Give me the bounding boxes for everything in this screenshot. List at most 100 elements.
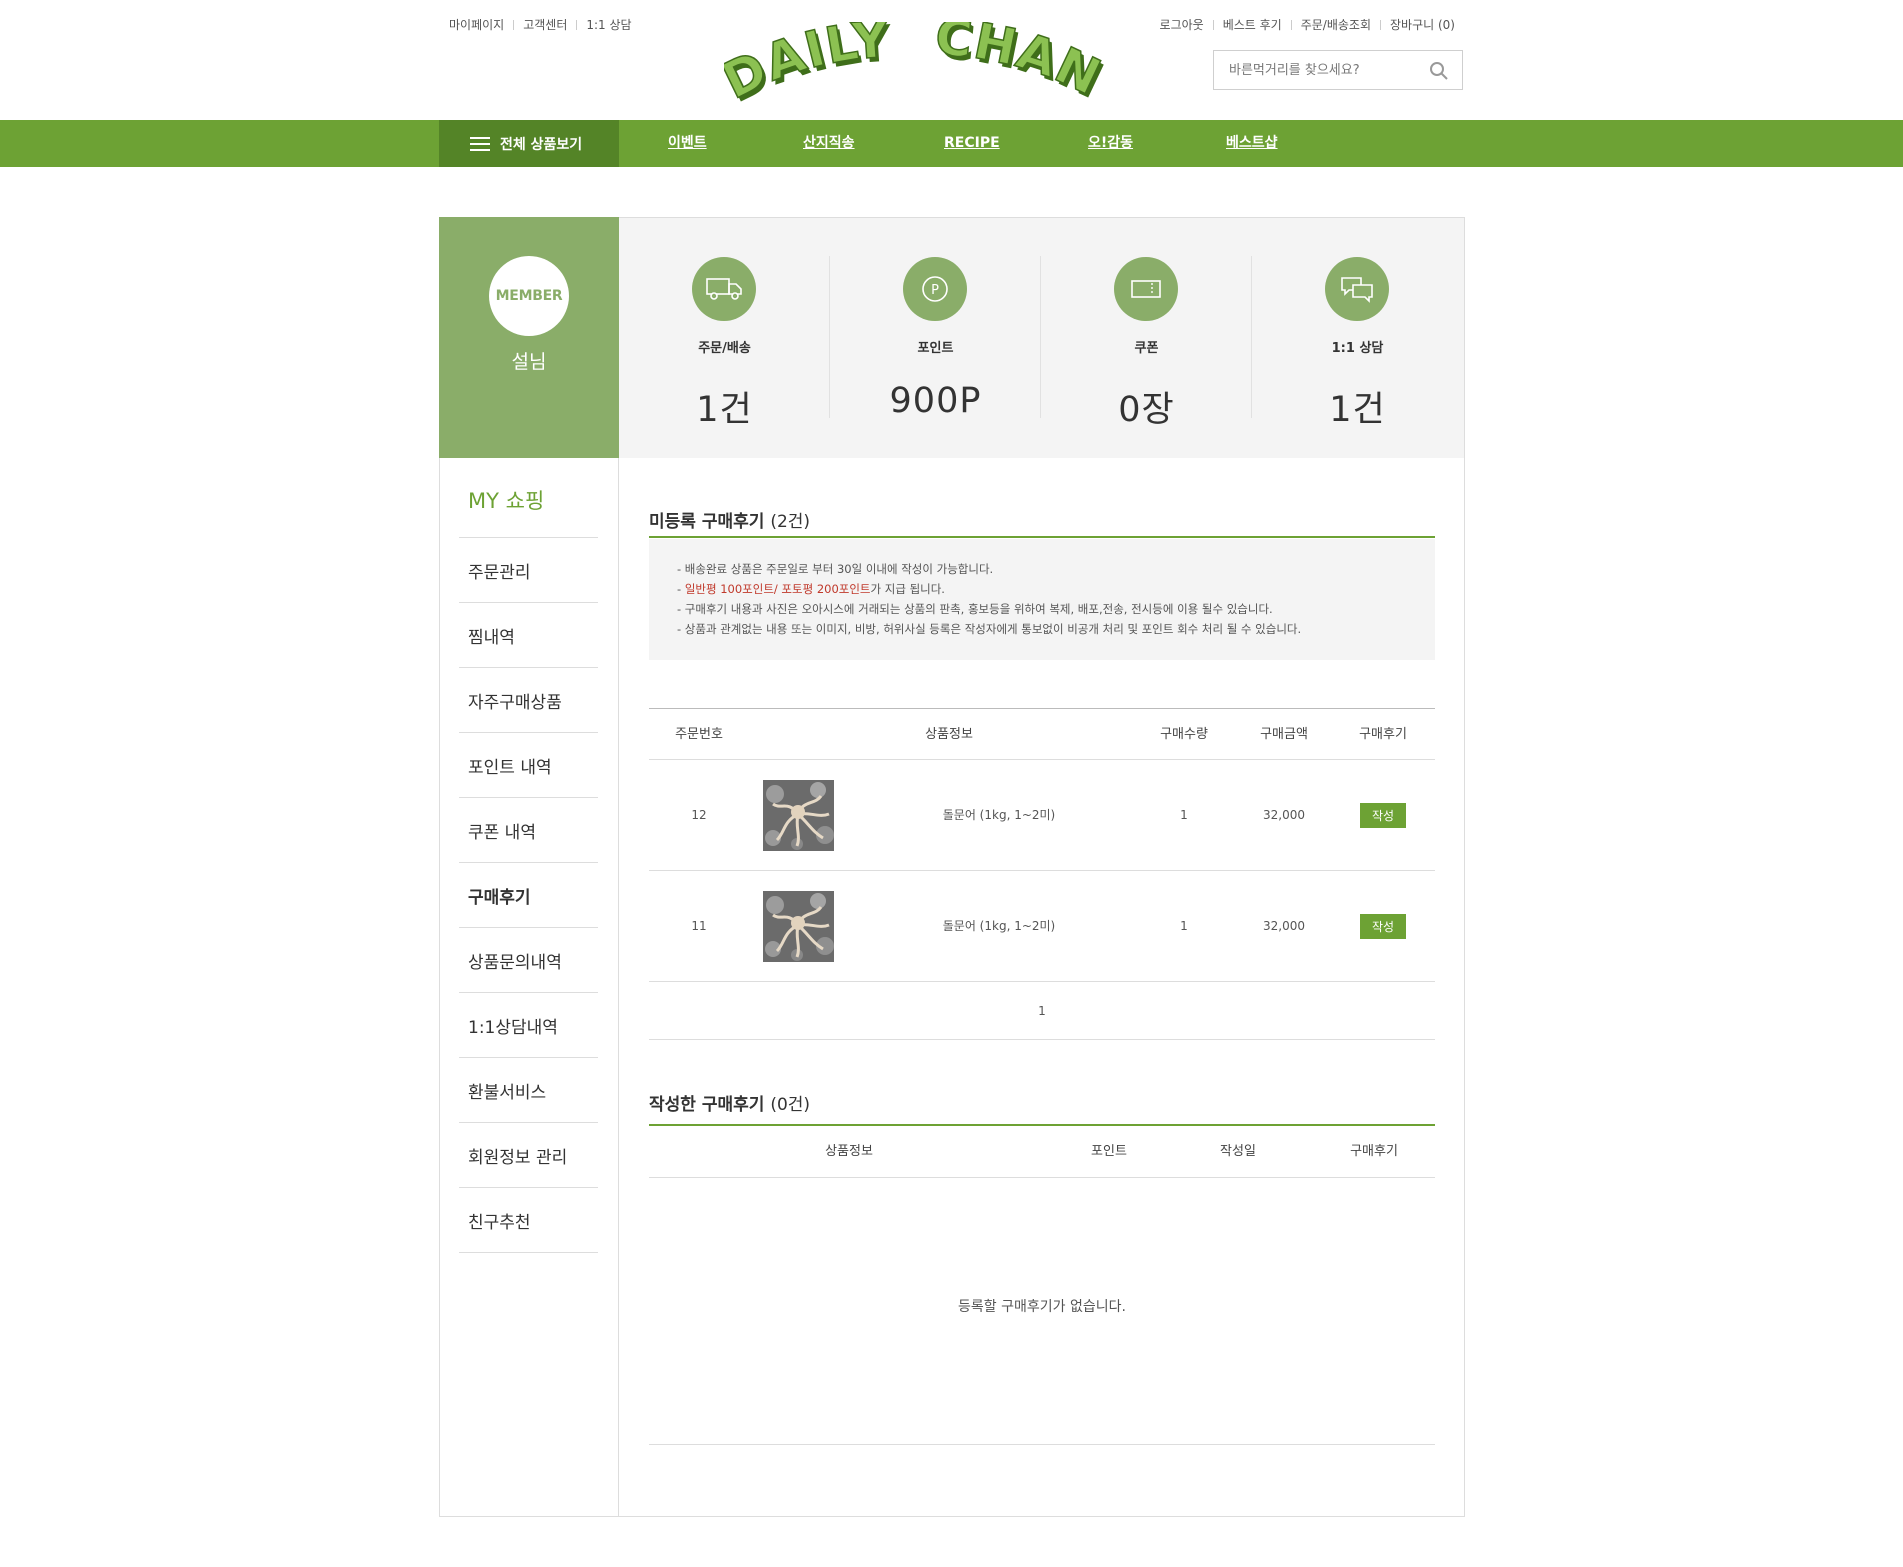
- notice-line: - 배송완료 상품은 주문일로 부터 30일 이내에 작성이 가능합니다.: [677, 562, 994, 576]
- nav-event[interactable]: 이벤트: [668, 120, 707, 167]
- notice-line: - 구매후기 내용과 사진은 오아시스에 거래되는 상품의 판촉, 홍보등을 위…: [677, 602, 1273, 616]
- review-notice: - 배송완료 상품은 주문일로 부터 30일 이내에 작성이 가능합니다. - …: [649, 539, 1435, 660]
- col-price: 구매금액: [1260, 727, 1308, 742]
- stat-label: 1:1 상담: [1331, 341, 1384, 356]
- col-review: 구매후기: [1359, 727, 1407, 742]
- side-item-reviews[interactable]: 구매후기: [459, 863, 598, 928]
- side-item-coupons[interactable]: 쿠폰 내역: [459, 798, 598, 863]
- qty: 1: [1180, 919, 1188, 933]
- nav-direct[interactable]: 산지직송: [803, 120, 855, 167]
- notice-line: - 상품과 관계없는 내용 또는 이미지, 비방, 허위사실 등록은 작성자에게…: [677, 622, 1302, 636]
- side-menu-title: MY 쇼핑: [468, 489, 545, 513]
- col-order-no: 주문번호: [675, 727, 723, 742]
- empty-message: 등록할 구매후기가 없습니다.: [649, 1177, 1435, 1445]
- chat-icon: [1325, 257, 1389, 321]
- util-consult-link[interactable]: 1:1 상담: [586, 16, 631, 33]
- price: 32,000: [1263, 808, 1305, 822]
- stat-consult[interactable]: 1:1 상담 1건: [1252, 218, 1463, 458]
- divider: [649, 536, 1435, 538]
- stat-value: 1건: [696, 390, 753, 430]
- util-nav-right: 로그아웃 베스트 후기 주문/배송조회 장바구니 (0): [1160, 16, 1455, 33]
- order-no: 11: [691, 919, 707, 933]
- page-link[interactable]: 1: [1038, 1004, 1046, 1018]
- product-name[interactable]: 돌문어 (1kg, 1~2미): [849, 871, 1149, 982]
- side-item-refund[interactable]: 환불서비스: [459, 1058, 598, 1123]
- svg-text:P: P: [931, 283, 939, 298]
- side-item-wishlist[interactable]: 찜내역: [459, 603, 598, 668]
- stat-value: 1건: [1329, 390, 1386, 430]
- divider: [618, 457, 619, 1517]
- price: 32,000: [1263, 919, 1305, 933]
- section-count: (0건): [770, 1095, 811, 1115]
- notice-line: - 일반평 100포인트/ 포토평 200포인트가 지급 됩니다.: [677, 582, 945, 596]
- side-item-product-qna[interactable]: 상품문의내역: [459, 928, 598, 993]
- search-input[interactable]: [1214, 51, 1424, 89]
- divider: [513, 19, 515, 30]
- cart-link[interactable]: 장바구니 (0): [1390, 16, 1455, 33]
- stat-value: 900P: [889, 381, 982, 421]
- side-item-points[interactable]: 포인트 내역: [459, 733, 598, 798]
- coupon-icon: [1114, 257, 1178, 321]
- site-logo[interactable]: DAILY CHAN DAILY CHAN: [713, 7, 1112, 114]
- order-no: 12: [691, 808, 707, 822]
- util-mypage-link[interactable]: 마이페이지: [449, 16, 504, 33]
- col-product: 상품정보: [925, 727, 973, 742]
- written-reviews-title: 작성한 구매후기 (0건): [649, 1090, 810, 1115]
- written-table-header: 상품정보 포인트 작성일 구매후기: [649, 1126, 1435, 1178]
- truck-icon: [692, 257, 756, 321]
- util-cs-link[interactable]: 고객센터: [523, 16, 567, 33]
- stat-orders[interactable]: 주문/배송 1건: [619, 218, 830, 458]
- divider: [1212, 19, 1214, 30]
- stat-label: 주문/배송: [698, 341, 751, 356]
- logout-link[interactable]: 로그아웃: [1160, 16, 1204, 33]
- product-name[interactable]: 돌문어 (1kg, 1~2미): [849, 760, 1149, 871]
- all-products-button[interactable]: 전체 상품보기: [439, 120, 619, 167]
- main-nav: 전체 상품보기 이벤트 산지직송 RECIPE 오!감동 베스트샵: [0, 120, 1903, 167]
- section-title-text: 작성한 구매후기: [649, 1095, 765, 1115]
- col-date: 작성일: [1220, 1144, 1256, 1159]
- side-item-member-info[interactable]: 회원정보 관리: [459, 1123, 598, 1188]
- divider: [576, 19, 578, 30]
- divider: [1290, 19, 1292, 30]
- nav-bestshop[interactable]: 베스트샵: [1226, 120, 1278, 167]
- search-box: [1213, 50, 1463, 90]
- member-name: 설님: [511, 351, 547, 373]
- util-nav-left: 마이페이지 고객센터 1:1 상담: [449, 16, 632, 33]
- table-row: 11 돌문어 (1kg, 1~2미) 1 32,000 작성: [649, 871, 1435, 982]
- product-thumbnail[interactable]: [763, 780, 834, 851]
- side-item-orders[interactable]: 주문관리: [459, 538, 598, 603]
- stat-value: 0장: [1118, 390, 1175, 430]
- member-panel: MEMBER 설님: [439, 217, 619, 458]
- nav-recipe[interactable]: RECIPE: [944, 120, 1000, 167]
- side-item-frequent[interactable]: 자주구매상품: [459, 668, 598, 733]
- best-review-link[interactable]: 베스트 후기: [1223, 16, 1282, 33]
- side-item-consult[interactable]: 1:1상담내역: [459, 993, 598, 1058]
- notice-highlight: 일반평 100포인트/ 포토평 200포인트: [684, 582, 871, 596]
- stat-label: 쿠폰: [1134, 341, 1159, 356]
- order-tracking-link[interactable]: 주문/배송조회: [1301, 16, 1371, 33]
- summary-stats: 주문/배송 1건 P 포인트 900P 쿠폰 0장 1:1 상담 1건: [619, 218, 1464, 458]
- stat-points[interactable]: P 포인트 900P: [830, 218, 1041, 458]
- write-review-button[interactable]: 작성: [1360, 803, 1406, 828]
- svg-text:CHAN: CHAN: [933, 22, 1104, 107]
- side-item-referral[interactable]: 친구추천: [459, 1188, 598, 1253]
- member-badge: MEMBER: [489, 256, 569, 336]
- product-thumbnail[interactable]: [763, 891, 834, 962]
- table-row: 12 돌문어 (1kg, 1~2미) 1 32,000 작성: [649, 760, 1435, 871]
- side-menu: 주문관리 찜내역 자주구매상품 포인트 내역 쿠폰 내역 구매후기 상품문의내역…: [459, 537, 598, 1253]
- stat-label: 포인트: [917, 341, 954, 356]
- all-products-label: 전체 상품보기: [500, 136, 583, 153]
- search-icon[interactable]: [1429, 61, 1449, 81]
- col-review: 구매후기: [1350, 1144, 1398, 1159]
- nav-ogamdong[interactable]: 오!감동: [1088, 120, 1133, 167]
- divider: [1380, 19, 1382, 30]
- pagination: 1: [649, 983, 1435, 1040]
- section-count: (2건): [770, 512, 811, 532]
- write-review-button[interactable]: 작성: [1360, 914, 1406, 939]
- hamburger-icon: [470, 136, 490, 151]
- svg-text:DAILY: DAILY: [724, 22, 891, 108]
- section-title-text: 미등록 구매후기: [649, 512, 765, 532]
- stat-coupons[interactable]: 쿠폰 0장: [1041, 218, 1252, 458]
- col-points: 포인트: [1091, 1144, 1127, 1159]
- qty: 1: [1180, 808, 1188, 822]
